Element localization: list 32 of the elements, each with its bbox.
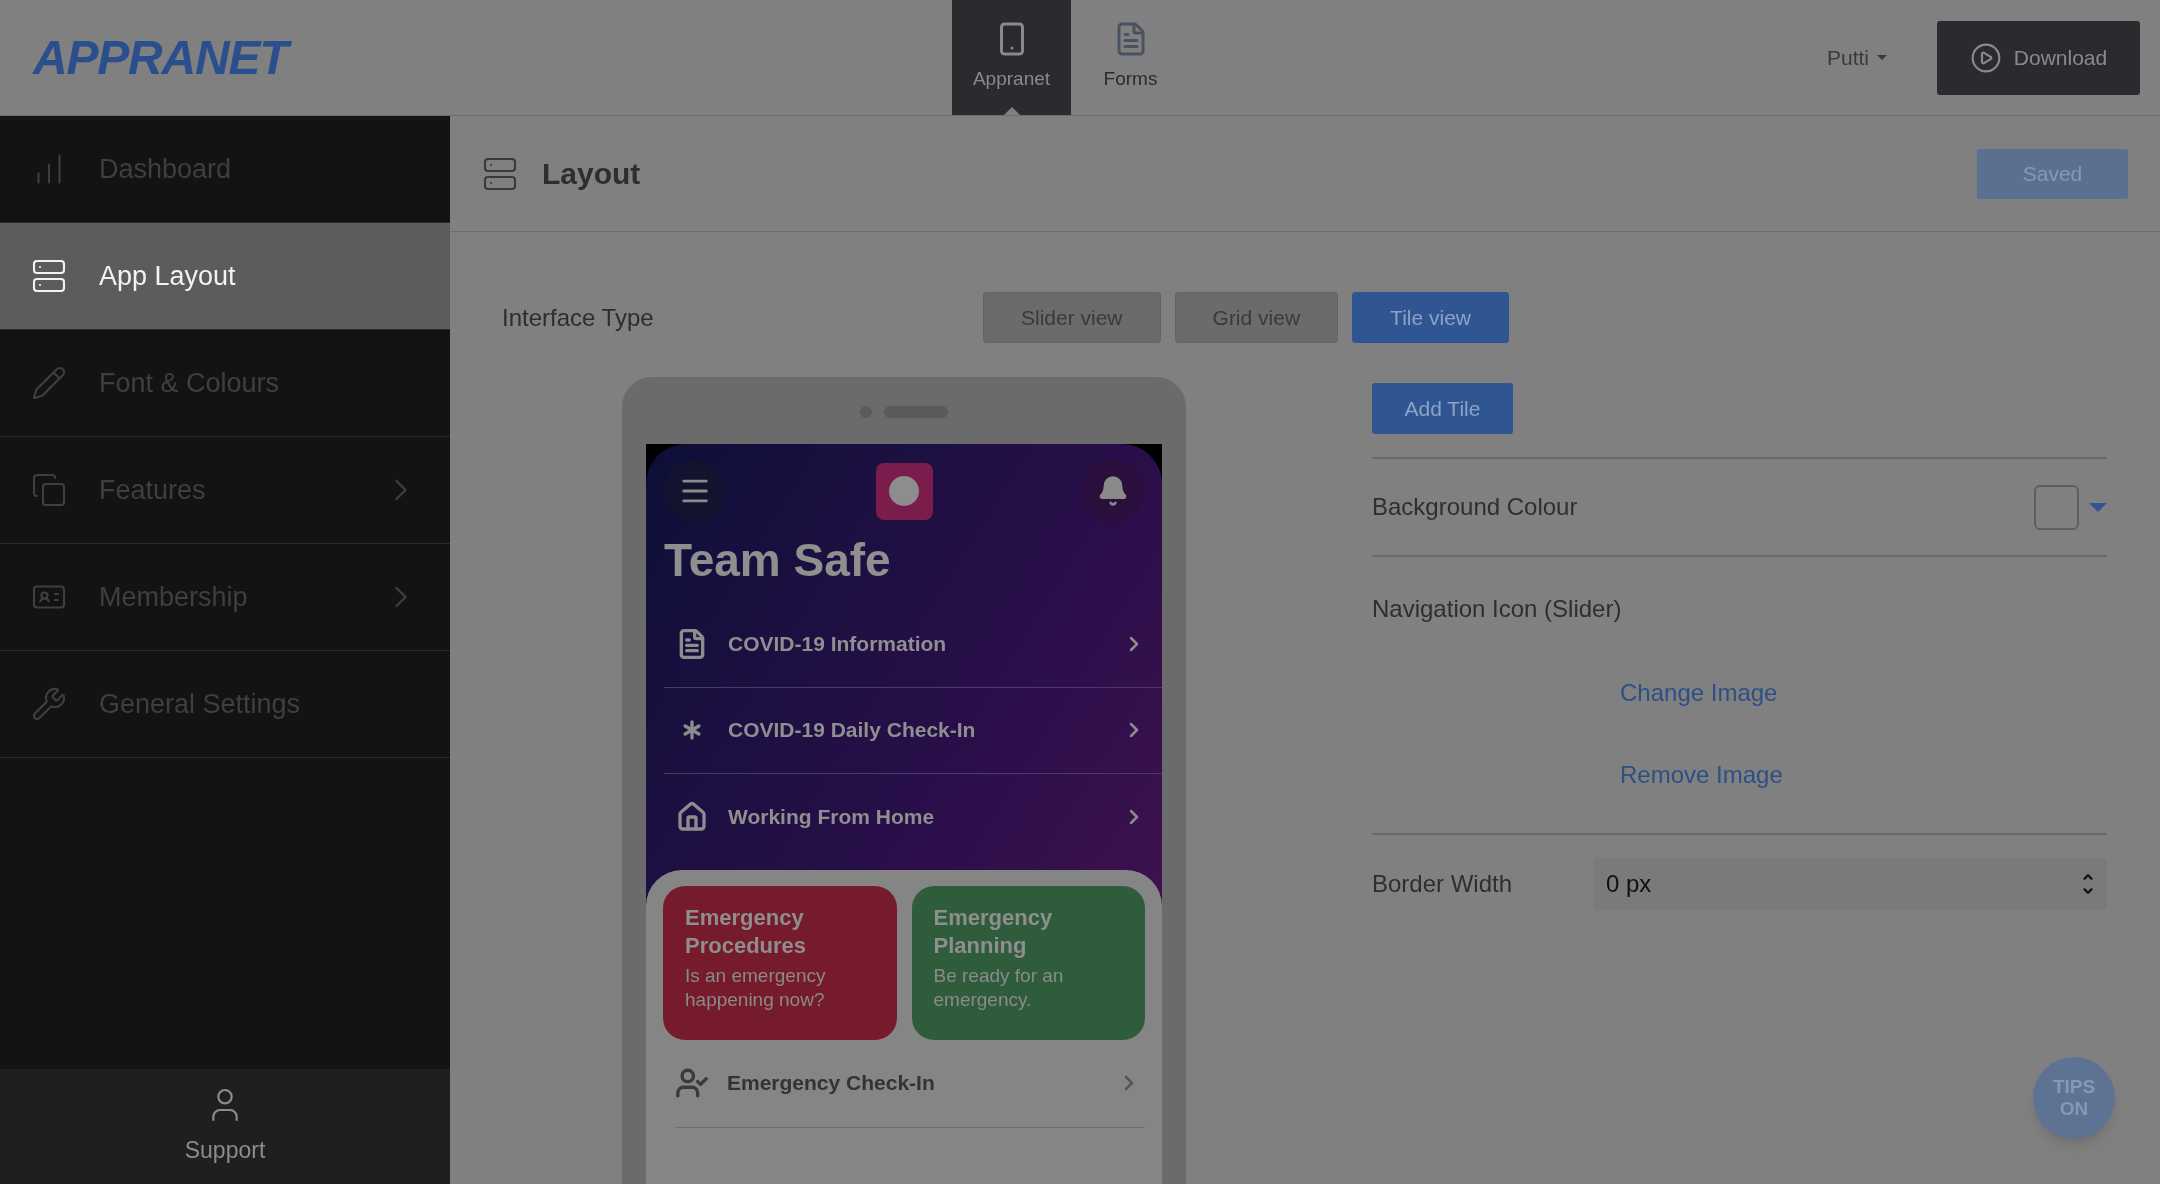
field-label: Background Colour — [1372, 492, 1579, 522]
app-menu-item[interactable]: COVID-19 Daily Check-In — [664, 687, 1162, 774]
view-option-button[interactable]: Tile view — [1352, 292, 1509, 343]
app-menu-label: Working From Home — [728, 803, 936, 830]
app-menu-item[interactable]: Working From Home — [664, 773, 1162, 860]
user-menu[interactable]: Putti — [1826, 41, 1887, 74]
add-tile-button[interactable]: Add Tile — [1372, 383, 1513, 434]
top-tab[interactable]: Forms — [1071, 0, 1190, 115]
tile-card[interactable]: Emergency Procedures Is an emergency happening now? — [663, 885, 897, 1040]
app-menu-item[interactable]: Emergency Check-In — [675, 1039, 1145, 1128]
page-title: Layout — [542, 156, 641, 192]
sidebar-label: App Layout — [99, 259, 237, 293]
support-button[interactable]: Support — [0, 1069, 450, 1184]
change-image-link[interactable]: Change Image — [1620, 675, 2107, 711]
border-width-select[interactable]: 0 px — [1594, 858, 2107, 910]
tile-subtitle: Be ready for an emergency. — [933, 963, 1065, 1012]
tile-card[interactable]: Emergency Planning Be ready for an emergency. — [911, 885, 1145, 1040]
app-menu-item[interactable]: COVID-19 Information — [664, 601, 1162, 688]
field-label: Border Width — [1372, 869, 1514, 899]
app-title: Team Safe — [663, 533, 892, 588]
app-menu-label: COVID-19 Daily Check-In — [728, 717, 977, 744]
tile-title: Emergency Procedures — [685, 903, 808, 960]
app-menu-label: Emergency Check-In — [727, 1070, 936, 1097]
tile-subtitle: Is an emergency happening now? — [685, 963, 827, 1012]
field-label: Interface Type — [502, 302, 655, 333]
top-tab[interactable]: Appranet — [952, 0, 1071, 115]
tile-title: Emergency Planning — [933, 903, 1054, 960]
app-menu-label: COVID-19 Information — [728, 631, 948, 658]
download-button[interactable]: Download — [1937, 20, 2140, 95]
sidebar-item[interactable]: App Layout — [0, 223, 450, 330]
remove-image-link[interactable]: Remove Image — [1620, 757, 2107, 793]
field-label: Navigation Icon (Slider) — [1372, 594, 1623, 624]
